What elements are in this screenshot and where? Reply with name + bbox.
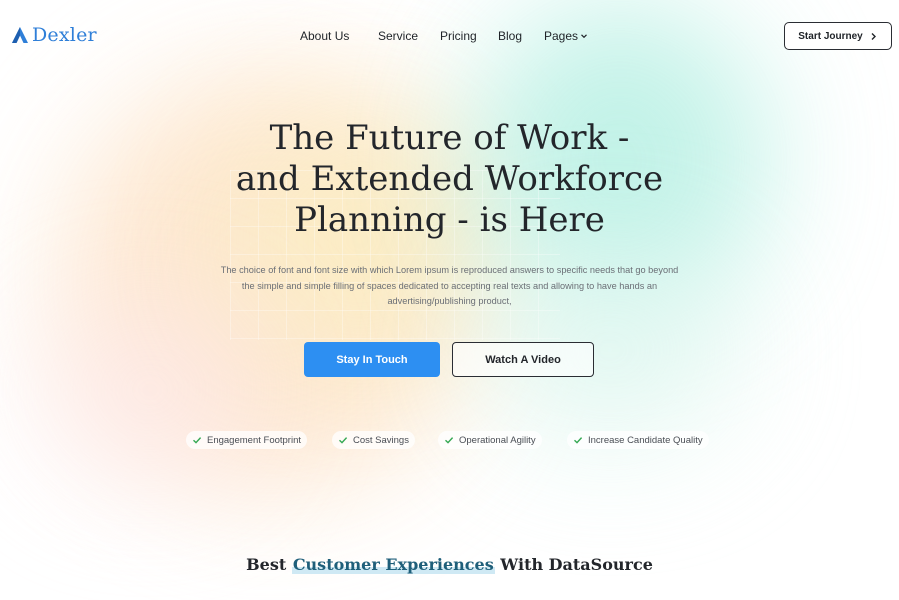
background-blob-pink bbox=[40, 300, 260, 480]
hero-title-line: and Extended Workforce bbox=[235, 159, 664, 199]
feature-label: Cost Savings bbox=[353, 434, 409, 446]
hero-description-line: The choice of font and font size with wh… bbox=[220, 265, 679, 275]
hero-description-line: advertising/publishing product, bbox=[387, 296, 512, 306]
hero-title-line: The Future of Work - bbox=[269, 118, 630, 158]
nav-item-pages-label: Pages bbox=[544, 29, 579, 43]
stay-in-touch-button[interactable]: Stay In Touch bbox=[304, 342, 440, 377]
site-header: Dexler About Us Service Pricing Blog Pag… bbox=[0, 0, 899, 72]
nav-item-service[interactable]: Service bbox=[378, 29, 418, 43]
a-logo-icon bbox=[12, 27, 28, 43]
check-icon bbox=[574, 437, 583, 444]
feature-item: Operational Agility bbox=[438, 431, 542, 449]
nav-item-pages[interactable]: Pages bbox=[544, 29, 588, 43]
brand-logo[interactable]: Dexler bbox=[10, 24, 97, 46]
check-icon bbox=[445, 437, 454, 444]
nav-item-blog[interactable]: Blog bbox=[498, 29, 522, 43]
brand-name: Dexler bbox=[32, 24, 97, 46]
hero-title: The Future of Work - and Extended Workfo… bbox=[0, 118, 899, 241]
feature-label: Engagement Footprint bbox=[207, 434, 302, 446]
check-icon bbox=[339, 437, 348, 444]
feature-item: Engagement Footprint bbox=[186, 431, 308, 449]
feature-label: Increase Candidate Quality bbox=[588, 434, 703, 446]
hero-description-line: the simple and simple filling of spaces … bbox=[241, 280, 658, 291]
section-title: Best Customer Experiences With DataSourc… bbox=[0, 555, 899, 574]
feature-item: Cost Savings bbox=[332, 431, 415, 449]
watch-video-button[interactable]: Watch A Video bbox=[452, 342, 594, 377]
hero-title-line: Planning - is Here bbox=[294, 200, 605, 240]
nav-item-about-us[interactable]: About Us bbox=[300, 29, 349, 43]
nav-item-pricing[interactable]: Pricing bbox=[440, 29, 477, 43]
section-title-suffix: With DataSource bbox=[500, 555, 653, 574]
chevron-right-icon bbox=[871, 32, 876, 40]
check-icon bbox=[193, 437, 202, 444]
section-title-highlight: Customer Experiences bbox=[291, 555, 495, 574]
feature-label: Operational Agility bbox=[459, 434, 536, 446]
hero-description: The choice of font and font size with wh… bbox=[190, 263, 709, 310]
start-journey-button[interactable]: Start Journey bbox=[784, 22, 892, 50]
chevron-down-icon bbox=[581, 34, 587, 39]
section-title-prefix: Best bbox=[246, 555, 287, 574]
start-journey-label: Start Journey bbox=[798, 30, 863, 42]
feature-item: Increase Candidate Quality bbox=[567, 431, 709, 449]
